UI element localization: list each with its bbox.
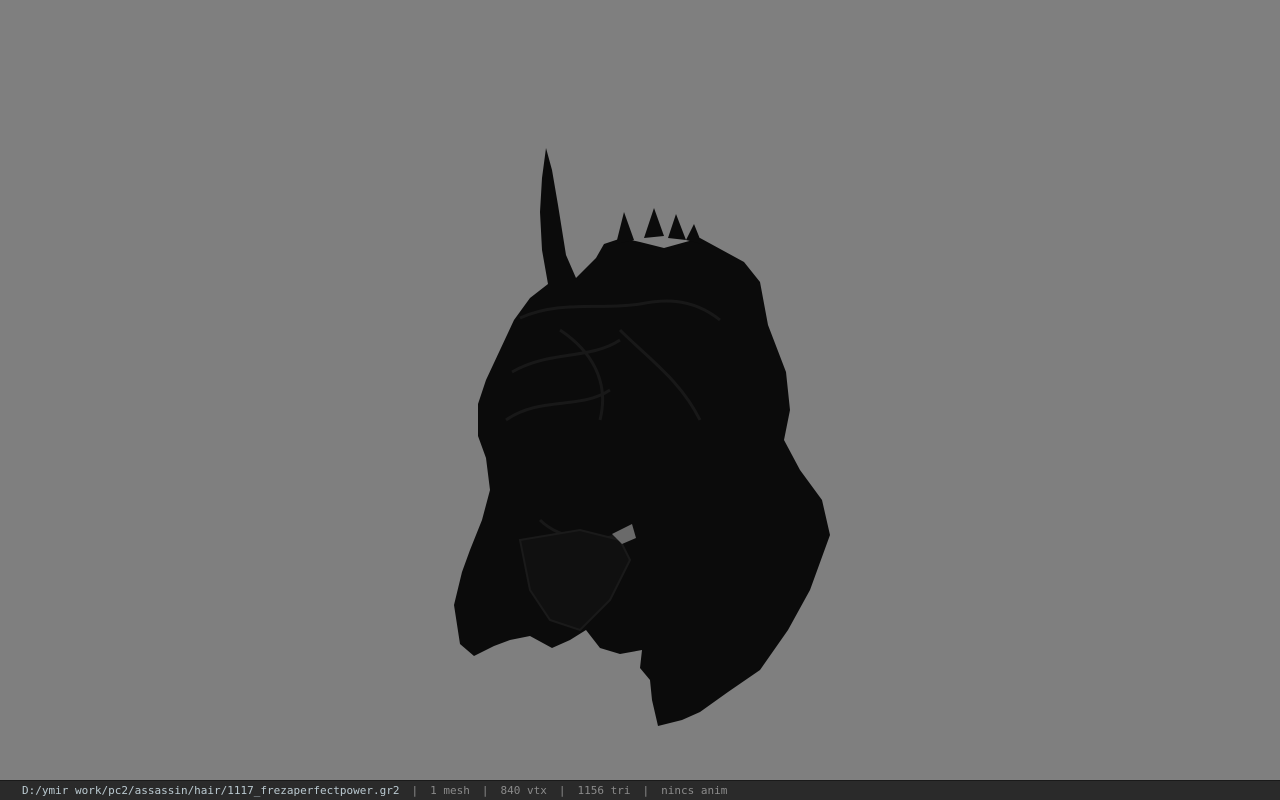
status-bar: D:/ymir work/pc2/assassin/hair/1117_frez… (0, 780, 1280, 800)
separator: | (481, 784, 489, 797)
separator: | (411, 784, 419, 797)
helmet-model[interactable] (0, 0, 1280, 780)
file-path: D:/ymir work/pc2/assassin/hair/1117_frez… (22, 784, 400, 797)
triangle-count: 1156 tri (577, 784, 631, 797)
animation-status: nincs anim (661, 784, 728, 797)
helmet-spike-4 (686, 224, 702, 244)
vertex-count: 840 vtx (500, 784, 547, 797)
helmet-spike-1 (616, 212, 634, 244)
3d-viewport[interactable] (0, 0, 1280, 780)
helmet-spike-2 (644, 208, 664, 238)
separator: | (558, 784, 566, 797)
helmet-body (454, 148, 830, 726)
helmet-spike-3 (668, 214, 686, 240)
separator: | (642, 784, 650, 797)
mesh-count: 1 mesh (430, 784, 470, 797)
